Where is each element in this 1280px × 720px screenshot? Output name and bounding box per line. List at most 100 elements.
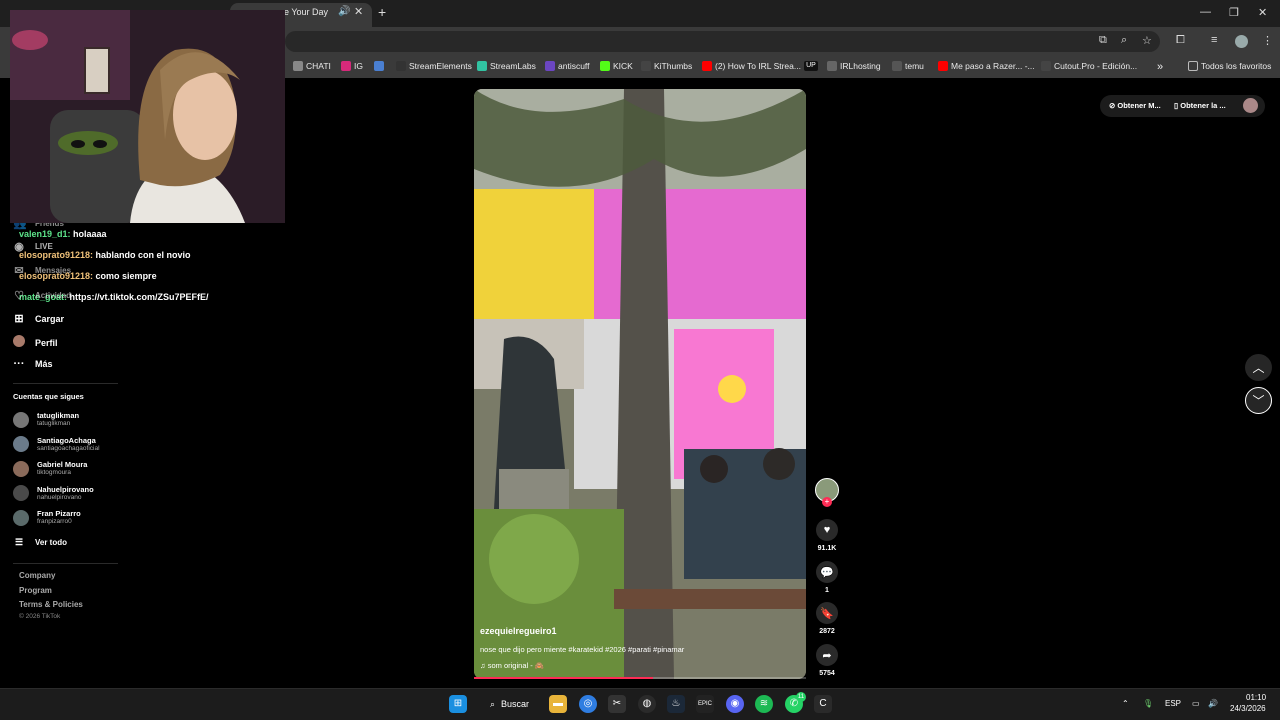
more-bookmarks-icon[interactable]: »: [1157, 61, 1163, 73]
chat-text: holaaaa: [73, 229, 107, 239]
profile-avatar[interactable]: [1235, 35, 1248, 48]
close-window-icon[interactable]: ✕: [1258, 6, 1267, 19]
chat-text: hablando con el novio: [95, 250, 191, 260]
music-note-icon: ♫: [480, 661, 486, 670]
following-account[interactable]: Gabriel Moura tiktogmoura: [13, 460, 87, 477]
minimize-icon[interactable]: —: [1200, 6, 1211, 18]
account-name: Gabriel Moura: [37, 460, 88, 469]
video-player[interactable]: [474, 89, 806, 679]
install-app-icon[interactable]: ⧉: [1099, 34, 1107, 47]
star-icon[interactable]: ☆: [1142, 34, 1152, 47]
save-action[interactable]: 🔖 2872: [816, 602, 838, 635]
bookmark-icon[interactable]: 🔖: [816, 602, 838, 624]
taskbar-search[interactable]: ⌕ Buscar: [482, 694, 544, 714]
bookmark-item[interactable]: temu: [892, 61, 924, 71]
kithumbs-icon: [641, 61, 651, 71]
bookmark-item[interactable]: IG: [341, 61, 363, 71]
bookmark-item[interactable]: KICK: [600, 61, 633, 71]
webcam-overlay: [10, 10, 285, 223]
network-icon[interactable]: ▭: [1192, 699, 1200, 708]
comment-action[interactable]: 💬 1: [816, 561, 838, 594]
sidebar-item-messages[interactable]: ✉ Mensajes: [13, 264, 71, 277]
instagram-icon: [341, 61, 351, 71]
account-name: Fran Pizarro: [37, 509, 81, 518]
microphone-icon[interactable]: 🎙: [1143, 699, 1153, 708]
streamelements-icon: [396, 61, 406, 71]
chrome-icon[interactable]: ◎: [579, 695, 597, 713]
speaker-icon[interactable]: 🔊: [338, 6, 350, 17]
chart-icon: [374, 61, 384, 71]
like-action[interactable]: ♥ 91.1K: [816, 519, 838, 552]
get-app-button[interactable]: ⊘ Obtener M...: [1109, 101, 1161, 110]
account-info: Gabriel Moura tiktogmoura: [37, 460, 87, 477]
video-progress-bar[interactable]: [474, 677, 806, 679]
close-tab-icon[interactable]: ✕: [354, 5, 363, 18]
video-sound[interactable]: ♫ som original - 🙈: [480, 661, 544, 670]
tray-chevron-icon[interactable]: ⌃: [1122, 699, 1129, 708]
windows-start-icon[interactable]: ⊞: [449, 695, 467, 713]
capcut-icon[interactable]: ✂: [608, 695, 626, 713]
globe-icon: [827, 61, 837, 71]
bookmark-item[interactable]: (2) How To IRL Strea...: [702, 61, 801, 71]
bookmark-item[interactable]: IRLhosting: [827, 61, 881, 71]
following-account[interactable]: tatuglikman tatuglikman: [13, 411, 79, 428]
account-handle: nahuelpirovano: [37, 493, 82, 501]
file-explorer-icon[interactable]: ▬: [549, 695, 567, 713]
volume-icon[interactable]: 🔊: [1208, 699, 1218, 708]
footer-terms[interactable]: Terms & Policies: [19, 600, 83, 609]
chevron-down-icon[interactable]: ﹀: [1245, 387, 1272, 414]
webcam-image: [10, 10, 285, 223]
clock-date[interactable]: 24/3/2026: [1230, 704, 1266, 713]
following-account[interactable]: SantiagoAchaga santiagoachagaoficial: [13, 436, 100, 453]
footer-company[interactable]: Company: [19, 571, 55, 580]
follow-plus-icon[interactable]: +: [822, 497, 832, 507]
sidebar-item-profile[interactable]: Perfil: [13, 335, 58, 350]
bookmark-item[interactable]: StreamElements: [396, 61, 472, 71]
bookmark-item[interactable]: CHATI: [293, 61, 331, 71]
bookmark-item[interactable]: [374, 61, 384, 71]
clock-time[interactable]: 01:10: [1246, 693, 1266, 702]
obs-icon[interactable]: ◍: [638, 695, 656, 713]
zoom-icon[interactable]: ⌕: [1121, 34, 1127, 47]
epic-games-icon[interactable]: EPIC: [696, 695, 714, 713]
following-account[interactable]: Nahuelpirovano nahuelpirovano: [13, 485, 94, 502]
bookmark-item[interactable]: Cutout.Pro - Edición...: [1041, 61, 1137, 71]
share-action[interactable]: ➦ 5754: [816, 644, 838, 677]
media-icon[interactable]: ≡: [1211, 34, 1217, 46]
bookmark-item[interactable]: UP: [804, 61, 818, 71]
avatar: [13, 460, 29, 477]
video-author[interactable]: ezequielregueiro1: [480, 626, 557, 636]
discord-icon[interactable]: ◉: [726, 695, 744, 713]
steam-icon[interactable]: ♨: [667, 695, 685, 713]
heart-icon[interactable]: ♥: [816, 519, 838, 541]
divider: [13, 383, 118, 384]
message-icon: ✉: [14, 265, 24, 277]
account-info: Nahuelpirovano nahuelpirovano: [37, 485, 94, 502]
share-icon[interactable]: ➦: [816, 644, 838, 666]
sidebar-item-live[interactable]: ◉ LIVE: [13, 240, 53, 253]
language-indicator[interactable]: ESP: [1165, 699, 1181, 708]
get-mobile-app-button[interactable]: ▯ Obtener la ...: [1174, 101, 1226, 110]
app-c-icon[interactable]: C: [814, 695, 832, 713]
extensions-icon[interactable]: ⧠: [1176, 34, 1185, 47]
footer-program[interactable]: Program: [19, 586, 52, 595]
all-bookmarks[interactable]: Todos los favoritos: [1188, 61, 1271, 71]
comment-icon[interactable]: 💬: [816, 561, 838, 583]
bookmark-item[interactable]: Me paso a Razer... -...: [938, 61, 1035, 71]
sidebar-item-more[interactable]: ··· Más: [13, 358, 53, 370]
sidebar-item-upload[interactable]: ⊞ Cargar: [13, 312, 64, 325]
address-bar[interactable]: [285, 31, 1160, 52]
see-all-button[interactable]: ☰ Ver todo: [13, 537, 67, 548]
bookmark-item[interactable]: antiscuff: [545, 61, 590, 71]
bookmark-item[interactable]: KiThumbs: [641, 61, 692, 71]
chevron-up-icon[interactable]: ︿: [1245, 354, 1272, 381]
spotify-icon[interactable]: ≋: [755, 695, 773, 713]
following-account[interactable]: Fran Pizarro franpizarro0: [13, 509, 81, 526]
sidebar-item-activity[interactable]: ♡ Actividad: [13, 289, 71, 302]
bookmark-item[interactable]: StreamLabs: [477, 61, 536, 71]
up-icon: UP: [804, 61, 818, 71]
restore-icon[interactable]: ❐: [1229, 6, 1239, 19]
user-avatar[interactable]: [1243, 98, 1258, 113]
new-tab-button[interactable]: +: [378, 4, 386, 20]
menu-icon[interactable]: ⋮: [1262, 34, 1273, 47]
